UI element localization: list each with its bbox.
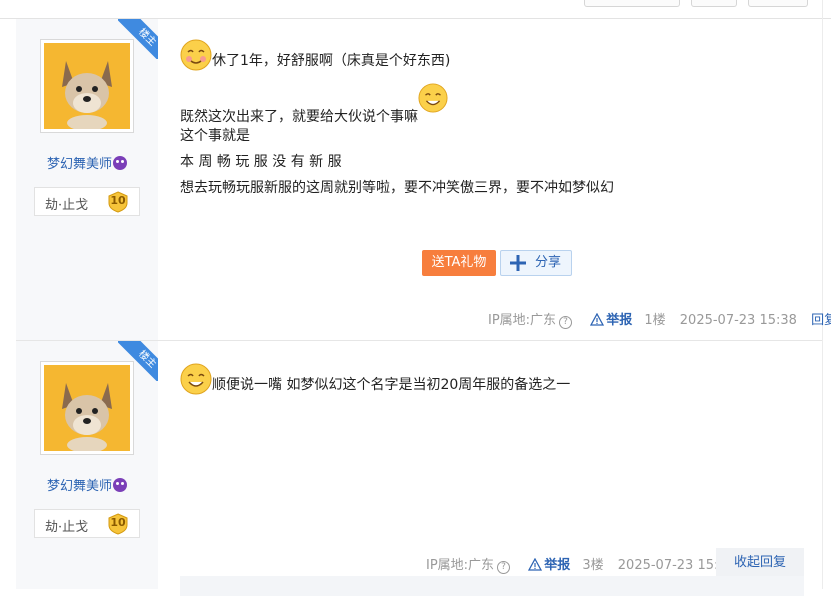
ip-location: IP属地:广东 xyxy=(426,558,495,573)
level-badge-icon: 10 xyxy=(107,513,129,535)
content-line-1: 顺便说一嘴 如梦似幻这个名字是当初20周年服的备选之一 xyxy=(180,363,570,395)
share-button[interactable]: 分享 xyxy=(500,250,572,276)
level-box[interactable]: 劫·止戈 10 xyxy=(34,509,140,538)
top-button-2[interactable] xyxy=(691,0,737,7)
reply-area xyxy=(180,576,804,596)
post-time: 2025-07-23 15:38 xyxy=(679,313,797,328)
content-text-2: 既然这次出来了，就要给大伙说个事嘛 xyxy=(180,109,418,125)
avatar-image xyxy=(44,365,130,451)
report-link[interactable]: 举报 xyxy=(590,313,632,328)
top-button-3[interactable] xyxy=(748,0,808,7)
plus-icon xyxy=(510,255,526,271)
right-divider xyxy=(822,0,823,589)
post-floor-3: 楼主 梦幻舞美师 劫·止戈 10 顺便说一嘴 如梦似幻这个名字是当初20周年服的… xyxy=(16,341,822,596)
content-text-1: 顺便说一嘴 如梦似幻这个名字是当初20周年服的备选之一 xyxy=(212,377,571,393)
content-line-3: 这个事就是 xyxy=(180,128,250,144)
avatar-image xyxy=(44,43,130,129)
content-line-1: 休了1年，好舒服啊（床真是个好东西) xyxy=(180,39,450,71)
level-box[interactable]: 劫·止戈 10 xyxy=(34,187,140,216)
author-sidebar: 楼主 梦幻舞美师 劫·止戈 10 xyxy=(16,341,158,589)
reply-link[interactable]: 回复 xyxy=(811,313,831,328)
question-icon[interactable]: ? xyxy=(497,561,511,574)
username-text[interactable]: 梦幻舞美师 xyxy=(47,157,112,172)
level-name: 劫·止戈 xyxy=(45,520,89,535)
devil-emoji-icon xyxy=(113,156,127,170)
floor-number: 1楼 xyxy=(644,313,666,328)
top-button-1[interactable] xyxy=(584,0,680,7)
blush-emoji-icon xyxy=(180,39,212,71)
post-meta: IP属地:广东? 举报 1楼 2025-07-23 15:38 回复 xyxy=(488,309,831,329)
floor-number: 3楼 xyxy=(582,558,604,573)
post-floor-1: 楼主 梦幻舞美师 劫·止戈 10 休了1年，好舒服啊（床真是个好东西) 既然这次… xyxy=(16,19,831,341)
post-meta: IP属地:广东? 举报 3楼 2025-07-23 15:45 xyxy=(426,554,735,574)
send-gift-button[interactable]: 送TA礼物 xyxy=(422,250,496,276)
report-link[interactable]: 举报 xyxy=(528,558,570,573)
username[interactable]: 梦幻舞美师 xyxy=(16,153,158,172)
content-line-4: 本 周 畅 玩 服 没 有 新 服 xyxy=(180,154,342,170)
level-name: 劫·止戈 xyxy=(45,198,89,213)
top-bar xyxy=(0,0,831,19)
author-sidebar: 楼主 梦幻舞美师 劫·止戈 10 xyxy=(16,19,158,340)
level-number: 10 xyxy=(110,516,126,529)
avatar[interactable] xyxy=(40,361,134,455)
share-label: 分享 xyxy=(535,255,562,270)
ip-location: IP属地:广东 xyxy=(488,313,557,328)
smiley-emoji-icon xyxy=(418,83,448,113)
avatar[interactable] xyxy=(40,39,134,133)
report-label[interactable]: 举报 xyxy=(606,313,632,328)
smiley-emoji-icon xyxy=(180,363,212,395)
level-badge-icon: 10 xyxy=(107,191,129,213)
warning-icon xyxy=(590,313,605,326)
devil-emoji-icon xyxy=(113,478,127,492)
level-number: 10 xyxy=(110,194,126,207)
report-label[interactable]: 举报 xyxy=(544,558,570,573)
content-text-1: 休了1年，好舒服啊（床真是个好东西) xyxy=(212,53,451,69)
content-line-5: 想去玩畅玩服新服的这周就别等啦，要不冲笑傲三界，要不冲如梦似幻 xyxy=(180,180,614,196)
collapse-replies-button[interactable]: 收起回复 xyxy=(716,548,804,578)
question-icon[interactable]: ? xyxy=(559,316,573,329)
username-text[interactable]: 梦幻舞美师 xyxy=(47,479,112,494)
warning-icon xyxy=(528,558,543,571)
content-line-2: 既然这次出来了，就要给大伙说个事嘛 xyxy=(180,83,448,126)
username[interactable]: 梦幻舞美师 xyxy=(16,475,158,494)
